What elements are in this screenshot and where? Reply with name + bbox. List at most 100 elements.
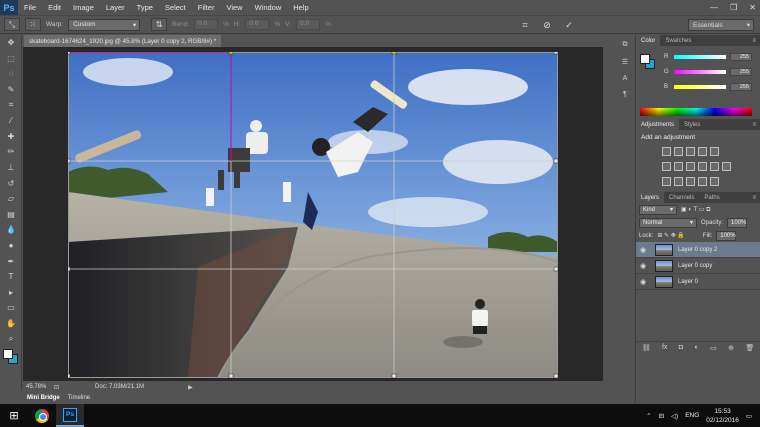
type-tool-icon[interactable]: T xyxy=(0,269,22,285)
close-button[interactable]: ✕ xyxy=(749,3,756,12)
taskbar-chrome[interactable] xyxy=(28,404,56,427)
tab-layers[interactable]: Layers xyxy=(636,192,665,203)
tab-styles[interactable]: Styles xyxy=(679,119,705,130)
taskbar-photoshop[interactable]: Ps xyxy=(56,404,84,427)
brightness-icon[interactable] xyxy=(662,147,671,156)
lasso-tool-icon[interactable]: ◌ xyxy=(0,66,22,82)
green-value[interactable]: 255 xyxy=(730,67,752,76)
eye-icon[interactable]: ◉ xyxy=(640,278,650,286)
foreground-color[interactable] xyxy=(3,348,13,359)
menu-file[interactable]: File xyxy=(18,3,42,12)
eraser-tool-icon[interactable]: ▱ xyxy=(0,191,22,207)
hue-saturation-icon[interactable] xyxy=(662,162,671,171)
panel-menu-icon[interactable]: ≡ xyxy=(747,192,760,203)
layer-row[interactable]: ◉ Layer 0 xyxy=(636,274,760,290)
history-icon[interactable]: ⧉ xyxy=(623,41,628,49)
v-input[interactable]: 0.0 xyxy=(296,19,321,30)
history-brush-tool-icon[interactable]: ↺ xyxy=(0,175,22,191)
path-select-tool-icon[interactable]: ▸ xyxy=(0,285,22,301)
reference-point-icon[interactable]: ⁙ xyxy=(25,18,41,31)
blue-gradient[interactable] xyxy=(674,84,726,89)
trash-icon[interactable]: 🗑 xyxy=(745,344,754,352)
warp-style-select[interactable]: Custom ▾ xyxy=(68,18,141,31)
hand-tool-icon[interactable]: ✋ xyxy=(0,316,22,332)
tab-swatches[interactable]: Swatches xyxy=(660,35,696,46)
posterize-icon[interactable] xyxy=(674,177,683,186)
blur-tool-icon[interactable]: 💧 xyxy=(0,222,22,238)
clock[interactable]: 15:53 02/12/2016 xyxy=(706,407,739,425)
layer-row[interactable]: ◉ Layer 0 copy 2 xyxy=(636,242,760,258)
windows-start-icon[interactable]: ⊞ xyxy=(0,404,28,427)
menu-help[interactable]: Help xyxy=(287,3,314,12)
rectangle-tool-icon[interactable]: ▭ xyxy=(0,300,22,316)
menu-filter[interactable]: Filter xyxy=(192,3,221,12)
zoom-tool-icon[interactable]: ⌕ xyxy=(0,331,22,347)
color-balance-icon[interactable] xyxy=(674,162,683,171)
vibrance-icon[interactable] xyxy=(710,147,719,156)
h-input[interactable]: 0.0 xyxy=(245,19,270,30)
eye-icon[interactable]: ◉ xyxy=(640,246,650,254)
opacity-input[interactable]: 100% xyxy=(727,217,748,228)
curves-icon[interactable] xyxy=(686,147,695,156)
paragraph-icon[interactable]: ¶ xyxy=(623,91,627,98)
brush-tool-icon[interactable]: ✏ xyxy=(0,144,22,160)
eye-icon[interactable]: ◉ xyxy=(640,262,650,270)
filter-icons[interactable]: ▣ ◐ T ▭ ⧉ xyxy=(681,206,710,214)
color-lookup-icon[interactable] xyxy=(722,162,731,171)
menu-type[interactable]: Type xyxy=(131,3,159,12)
foreground-color[interactable] xyxy=(640,54,650,64)
channel-mixer-icon[interactable] xyxy=(710,162,719,171)
layer-name[interactable]: Layer 0 copy xyxy=(678,263,712,269)
black-white-icon[interactable] xyxy=(686,162,695,171)
tab-channels[interactable]: Channels xyxy=(664,192,699,203)
stamp-tool-icon[interactable]: ⊥ xyxy=(0,160,22,176)
cancel-icon[interactable]: ⊘ xyxy=(540,18,554,32)
threshold-icon[interactable] xyxy=(686,177,695,186)
skateboard-photo[interactable] xyxy=(68,52,558,378)
photo-filter-icon[interactable] xyxy=(698,162,707,171)
layer-name[interactable]: Layer 0 xyxy=(678,279,698,285)
tab-color[interactable]: Color xyxy=(636,35,661,46)
status-options-icon[interactable]: ⊡ xyxy=(54,384,59,391)
canvas-area[interactable] xyxy=(23,47,603,381)
tab-paths[interactable]: Paths xyxy=(699,192,724,203)
warp-orientation-icon[interactable]: ⇅ xyxy=(151,18,168,31)
quick-select-tool-icon[interactable]: ✎ xyxy=(0,82,22,98)
layer-kind-select[interactable]: Kind ▾ xyxy=(639,204,677,215)
lock-icons[interactable]: ⊞ ✎ ✥ 🔒 xyxy=(657,232,685,239)
red-slider[interactable]: R 255 xyxy=(664,52,758,61)
mask-icon[interactable]: ◘ xyxy=(679,344,683,351)
tab-adjustments[interactable]: Adjustments xyxy=(636,119,680,130)
green-gradient[interactable] xyxy=(674,69,726,74)
menu-edit[interactable]: Edit xyxy=(42,3,67,12)
exposure-icon[interactable] xyxy=(698,147,707,156)
menu-view[interactable]: View xyxy=(220,3,248,12)
color-swatches[interactable] xyxy=(0,347,21,369)
tab-timeline[interactable]: Timeline xyxy=(68,395,90,401)
bend-input[interactable]: 0.0 xyxy=(194,19,219,30)
blend-mode-select[interactable]: Normal ▾ xyxy=(639,217,697,228)
zoom-level[interactable]: 45.78% xyxy=(26,384,48,390)
status-menu-arrow[interactable]: ▶ xyxy=(188,384,193,391)
panel-menu-icon[interactable]: ≡ xyxy=(747,119,760,130)
group-icon[interactable]: ▭ xyxy=(710,344,717,352)
restore-button[interactable]: ❐ xyxy=(730,3,737,12)
move-tool-icon[interactable]: ✥ xyxy=(0,35,22,51)
properties-icon[interactable]: ☰ xyxy=(622,58,628,66)
commit-icon[interactable]: ✓ xyxy=(562,18,576,32)
marquee-tool-icon[interactable]: ⬚ xyxy=(0,51,22,67)
green-slider[interactable]: G 255 xyxy=(664,67,758,76)
fx-icon[interactable]: fx xyxy=(662,344,667,351)
network-icon[interactable]: ⊟ xyxy=(659,412,664,420)
warp-mode-icon[interactable]: ⌗ xyxy=(518,18,532,32)
workspace-switcher[interactable]: Essentials ▾ xyxy=(688,19,754,31)
crop-tool-icon[interactable]: ⌗ xyxy=(0,97,22,113)
red-gradient[interactable] xyxy=(674,54,726,59)
selective-color-icon[interactable] xyxy=(710,177,719,186)
blue-slider[interactable]: B 255 xyxy=(664,82,758,91)
invert-icon[interactable] xyxy=(662,177,671,186)
fill-input[interactable]: 100% xyxy=(716,230,737,241)
layer-row[interactable]: ◉ Layer 0 copy xyxy=(636,258,760,274)
notification-icon[interactable]: ▭ xyxy=(746,412,752,420)
adjustment-icon[interactable]: ◐ xyxy=(694,344,698,351)
